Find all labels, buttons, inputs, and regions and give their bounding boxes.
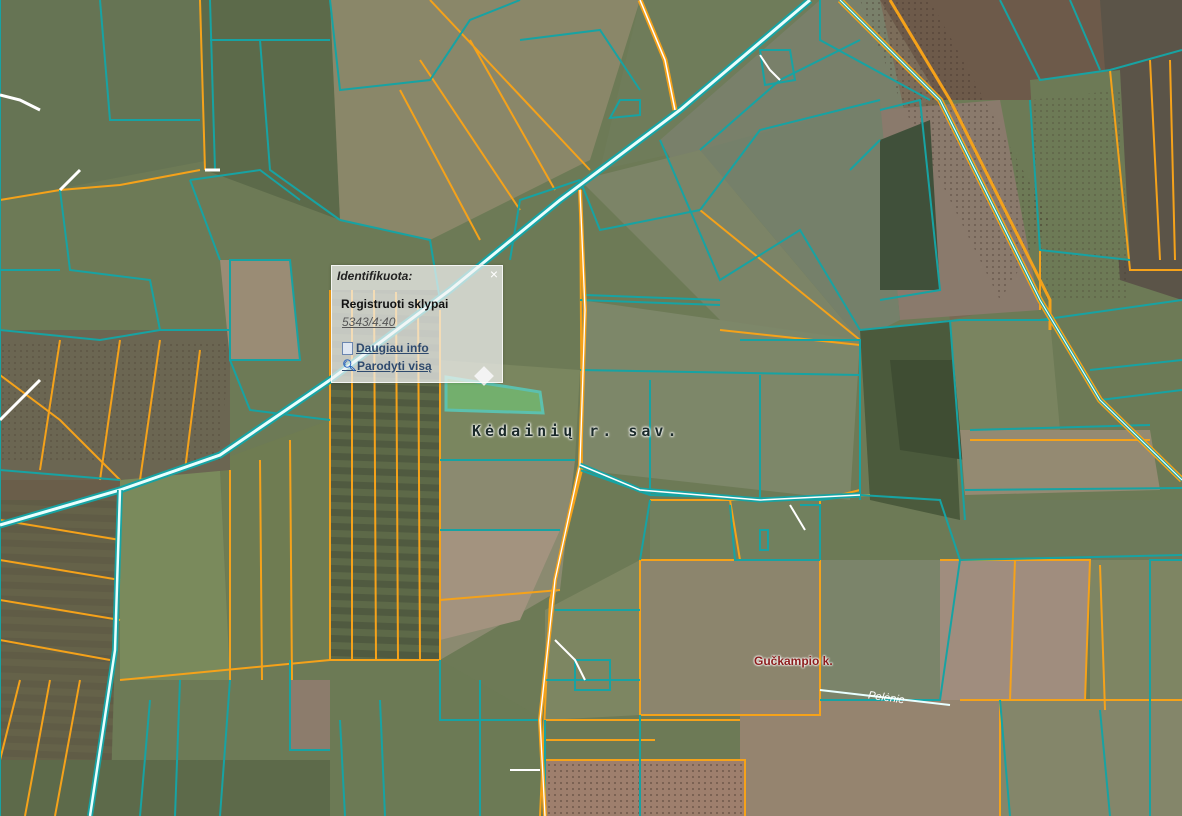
layer-name: Registruoti sklypai bbox=[341, 297, 449, 311]
municipality-label: Kėdainių r. sav. bbox=[472, 422, 681, 440]
more-info-label: Daugiau info bbox=[356, 341, 429, 355]
map-canvas[interactable] bbox=[0, 0, 1182, 816]
magnifier-icon: 🔍︎ bbox=[342, 360, 356, 372]
document-icon bbox=[342, 341, 353, 355]
village-label: Gučkampio k. bbox=[754, 654, 833, 668]
identify-popup: Identifikuota: × Registruoti sklypai 534… bbox=[331, 265, 503, 383]
show-all-label: Parodyti visą bbox=[357, 359, 432, 373]
more-info-link[interactable]: Daugiau info bbox=[342, 341, 429, 355]
close-icon[interactable]: × bbox=[490, 267, 498, 281]
parcel-id-link[interactable]: 5343/4:40 bbox=[342, 315, 395, 329]
popup-title: Identifikuota: bbox=[337, 269, 413, 283]
show-all-link[interactable]: 🔍︎ Parodyti visą bbox=[342, 359, 432, 373]
